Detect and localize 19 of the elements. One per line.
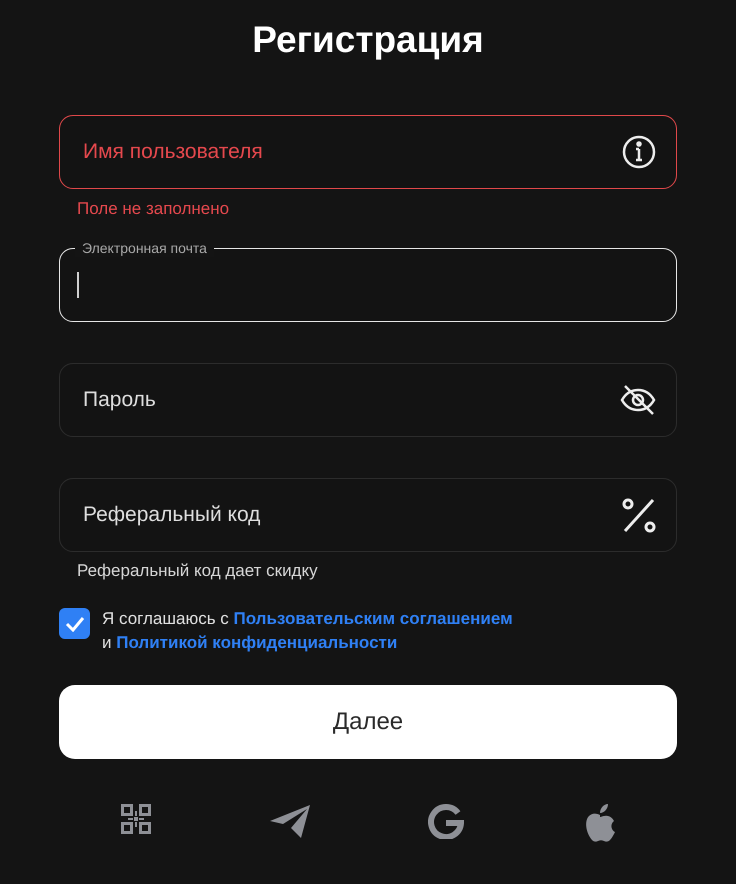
text-cursor [77, 272, 78, 298]
password-field[interactable]: Пароль [59, 363, 677, 437]
error-message: Поле не заполнено [77, 199, 230, 219]
referral-code-field[interactable]: Реферальный код [59, 478, 677, 552]
info-icon[interactable] [622, 135, 656, 169]
check-icon [64, 616, 84, 632]
eye-off-icon[interactable] [620, 384, 656, 416]
percent-icon [622, 497, 656, 533]
paper-plane-icon[interactable] [268, 803, 310, 839]
google-icon[interactable] [428, 803, 464, 839]
policy-link[interactable]: Политикой конфиденциальности [116, 633, 398, 652]
next-button[interactable]: Далее [59, 685, 677, 759]
hint-text: Реферальный код дает скидку [77, 561, 318, 581]
username-field[interactable]: Имя пользователя [59, 115, 677, 189]
qr-code-icon[interactable] [120, 803, 152, 835]
consent-text: Я соглашаюсь с Пользовательским соглашением и Политикой конфиденциальности [102, 608, 513, 654]
agree-checkbox[interactable] [59, 608, 90, 639]
policy-link[interactable]: Пользовательским соглашением [234, 609, 513, 628]
page-title: Регистрация [252, 18, 484, 62]
